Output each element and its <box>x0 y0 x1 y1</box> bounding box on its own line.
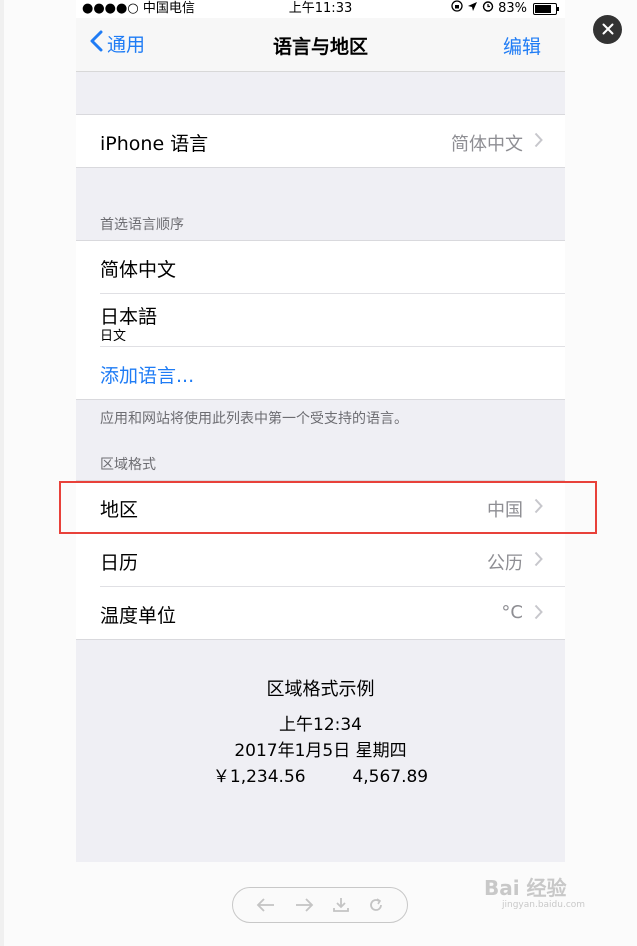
baidu-jingyan-watermark: Bai 经验 jingyan.baidu.com <box>484 872 585 910</box>
chevron-right-icon <box>534 132 543 152</box>
calendar-value: 公历 <box>487 553 523 574</box>
format-example-number: 4,567.89 <box>352 767 429 787</box>
format-example-title: 区域格式示例 <box>266 679 375 700</box>
language-row-simplified-chinese[interactable]: 简体中文 <box>100 241 565 294</box>
close-button[interactable] <box>593 15 622 44</box>
add-language-button[interactable]: 添加语言... <box>100 361 194 388</box>
battery-icon <box>533 3 559 15</box>
format-example-time: 上午12:34 <box>279 715 362 735</box>
page-title: 语言与地区 <box>272 36 368 58</box>
language-sublabel: 日文 <box>100 329 127 344</box>
format-example-date: 2017年1月5日 星期四 <box>234 741 407 761</box>
calendar-row[interactable]: 日历 公历 <box>100 534 565 587</box>
lock-rotation-icon <box>451 0 463 18</box>
chevron-right-icon <box>534 551 543 571</box>
iphone-language-row[interactable]: iPhone 语言 简体中文 <box>100 115 565 167</box>
preferred-languages-footer: 应用和网站将使用此列表中第一个受支持的语言。 <box>100 411 408 427</box>
iphone-language-value: 简体中文 <box>451 134 523 155</box>
iphone-language-group: iPhone 语言 简体中文 <box>76 114 565 168</box>
watermark-url: jingyan.baidu.com <box>502 900 586 910</box>
status-right: 83% <box>451 0 559 18</box>
battery-percent: 83% <box>498 1 527 16</box>
phone-screen: ●●●●○ 中国电信 上午11:33 83% 通用 语言与地区 编辑 iPhon… <box>76 0 565 862</box>
location-icon <box>467 0 478 18</box>
alarm-icon <box>482 0 494 18</box>
watermark-logo: Bai 经验 <box>484 876 567 900</box>
status-bar: ●●●●○ 中国电信 上午11:33 83% <box>76 0 565 18</box>
iphone-language-label: iPhone 语言 <box>100 133 209 155</box>
viewer-toolbar <box>232 887 408 923</box>
region-format-header: 区域格式 <box>100 457 156 473</box>
preferred-languages-header: 首选语言顺序 <box>100 217 184 233</box>
left-edge <box>0 0 4 946</box>
temperature-unit-value: °C <box>501 602 523 623</box>
add-language-row[interactable]: 添加语言... <box>100 347 565 399</box>
temperature-unit-row[interactable]: 温度单位 °C <box>100 587 565 639</box>
format-example-currency: ￥1,234.56 <box>212 767 306 787</box>
chevron-right-icon <box>534 604 543 624</box>
download-icon[interactable] <box>332 897 350 913</box>
highlight-box <box>59 481 597 534</box>
arrow-right-icon[interactable] <box>294 897 314 913</box>
calendar-label: 日历 <box>100 552 139 574</box>
navigation-bar: 通用 语言与地区 编辑 <box>76 18 565 72</box>
language-label: 简体中文 <box>100 259 177 281</box>
arrow-left-icon[interactable] <box>256 897 276 913</box>
language-row-japanese[interactable]: 日本語 日文 <box>100 294 565 347</box>
preferred-languages-group: 简体中文 日本語 日文 添加语言... <box>76 240 565 400</box>
format-example-numbers: ￥1,234.56 4,567.89 <box>76 762 565 787</box>
close-icon <box>602 20 614 39</box>
edit-button[interactable]: 编辑 <box>503 32 541 59</box>
temperature-unit-label: 温度单位 <box>100 605 177 627</box>
rotate-icon[interactable] <box>368 897 384 913</box>
